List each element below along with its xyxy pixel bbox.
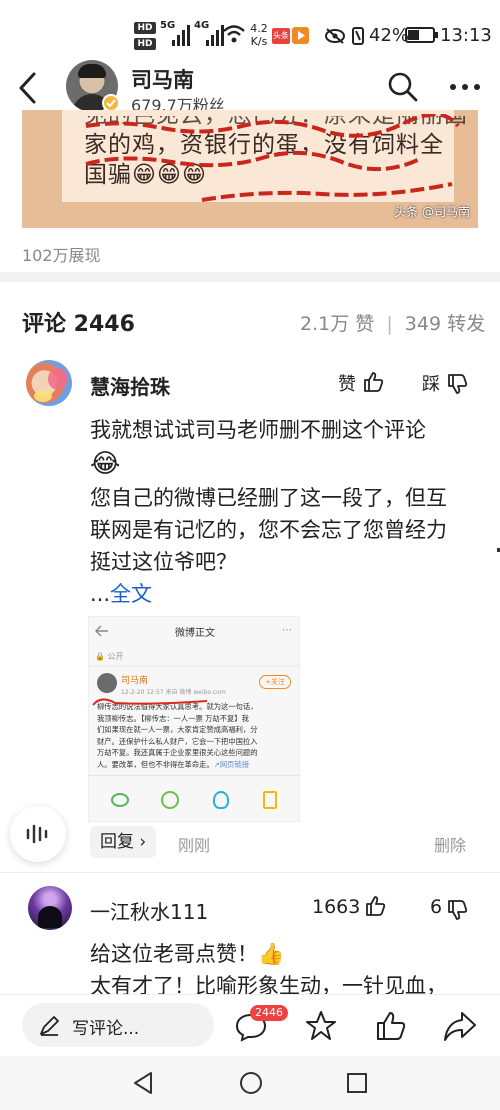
image-watermark: 头条 @司马南 [394,205,470,219]
battery-tip [435,32,438,38]
nav-home-icon[interactable] [238,1070,264,1096]
embedded-qq-icon [213,791,229,809]
comment-count-badge: 2446 [250,1005,288,1021]
search-icon[interactable] [386,70,420,104]
bottom-action-bar: 写评论... 2446 [0,994,500,1056]
post-image[interactable]: 见的色见云，恐已分：原来是丽丽国 家的鸡，资银行的蛋，没有饲料全 国骗😁😁😁 头… [22,110,478,228]
toutiao-notification-icon: 头条 [272,28,290,44]
comment-avatar[interactable] [26,360,72,406]
comment-text-2: 给这位老哥点赞！👍 太有才了！比喻形象生动，一针见血， [90,942,447,994]
comment-username[interactable]: 慧海拾珠 [90,371,170,400]
pencil-icon [40,1016,59,1036]
dislike-label: 踩 [422,374,440,395]
voice-read-button[interactable] [10,806,66,862]
clock: 13:13 [440,25,492,46]
embedded-more-icon: ⋯ [282,625,293,636]
voice-wave-icon [26,824,48,844]
red-underline-scribble [85,114,460,202]
nav-back-icon[interactable] [130,1070,156,1096]
more-options-icon[interactable] [448,82,482,92]
nav-recents-icon[interactable] [344,1070,370,1096]
embedded-divider [89,665,299,667]
embedded-title: 微博正文 [175,628,215,639]
embedded-visibility: 🔒 公开 [95,652,124,661]
system-nav-bar [0,1056,500,1110]
back-arrow-icon[interactable] [14,70,42,106]
like-post-icon[interactable] [374,1009,408,1043]
comment-text: 我就想试试司马老师删不删这个评论 😂 您自己的微博已经删了这一段了，但互 联网是… [90,414,480,578]
section-divider [0,272,500,282]
thumbs-up-icon[interactable] [362,370,386,394]
stats-separator: | [386,313,393,335]
sim1-badge: HD 1 [134,22,156,45]
wifi-icon [223,25,245,43]
comment-time: 刚刚 [178,836,211,855]
delete-button[interactable]: 删除 [434,832,466,856]
embedded-follow: +关注 [259,675,291,689]
like-count-2[interactable]: 1663 [312,896,360,918]
write-comment-placeholder: 写评论... [72,1019,140,1039]
dislike-button[interactable]: 踩 [422,370,440,396]
embedded-moments-icon [161,791,179,809]
write-comment-input[interactable]: 写评论... [22,1003,214,1047]
play-notification-icon [292,27,309,44]
laughing-emoji: 😂 [90,449,121,479]
status-bar: HD 1 HD 2 5G 4G 4.2 K/s 头条 42% 13:13 [0,0,500,61]
vibrate-icon [352,27,364,45]
full-text-link[interactable]: 全文 [110,582,152,606]
star-favorite-icon[interactable] [304,1009,338,1043]
embedded-body: 柳传志的说法值得大家认真思考。就为这一句话， 我顶柳传志。【柳传志：一人一票 万… [97,702,258,769]
comment-avatar-2[interactable] [28,886,72,930]
dislike-count-2[interactable]: 6 [430,896,442,918]
comment-divider [0,872,500,873]
battery-percent: 42% [369,25,410,46]
post-like-count[interactable]: 2.1万 赞 [300,313,374,335]
like-label: 赞 [338,374,356,395]
embedded-wechat-icon [111,793,129,807]
embedded-note-icon [263,791,277,809]
eye-comfort-icon [325,28,345,44]
comments-title: 评论 2446 [22,312,135,337]
thumbs-down-icon-2[interactable] [446,898,470,922]
view-count: 102万展现 [22,246,101,265]
signal-icon [172,25,190,46]
thumbs-up-icon-2[interactable] [364,894,388,918]
like-button[interactable]: 赞 [338,370,356,396]
reply-button[interactable]: 回复 › [90,826,157,858]
embedded-red-markup [92,698,208,706]
author-name[interactable]: 司马南 [131,64,194,94]
comment-attached-image[interactable]: 微博正文 ⋯ 🔒 公开 司马南 12-2-20 12:57 来自 微博 weib… [88,616,300,822]
post-repost-count[interactable]: 349 转发 [405,313,485,335]
post-stats: 2.1万 赞 | 349 转发 [300,309,485,336]
battery-icon [405,27,435,43]
comment-username-2[interactable]: 一江秋水111 [90,896,208,925]
thumbs-down-icon[interactable] [446,372,470,396]
net-speed: 4.2 K/s [250,22,268,48]
expand-full-text[interactable]: ...全文 [90,578,152,608]
share-icon[interactable] [442,1009,478,1043]
embedded-footer-divider [89,775,299,776]
sim2-badge: HD 2 [134,38,156,61]
